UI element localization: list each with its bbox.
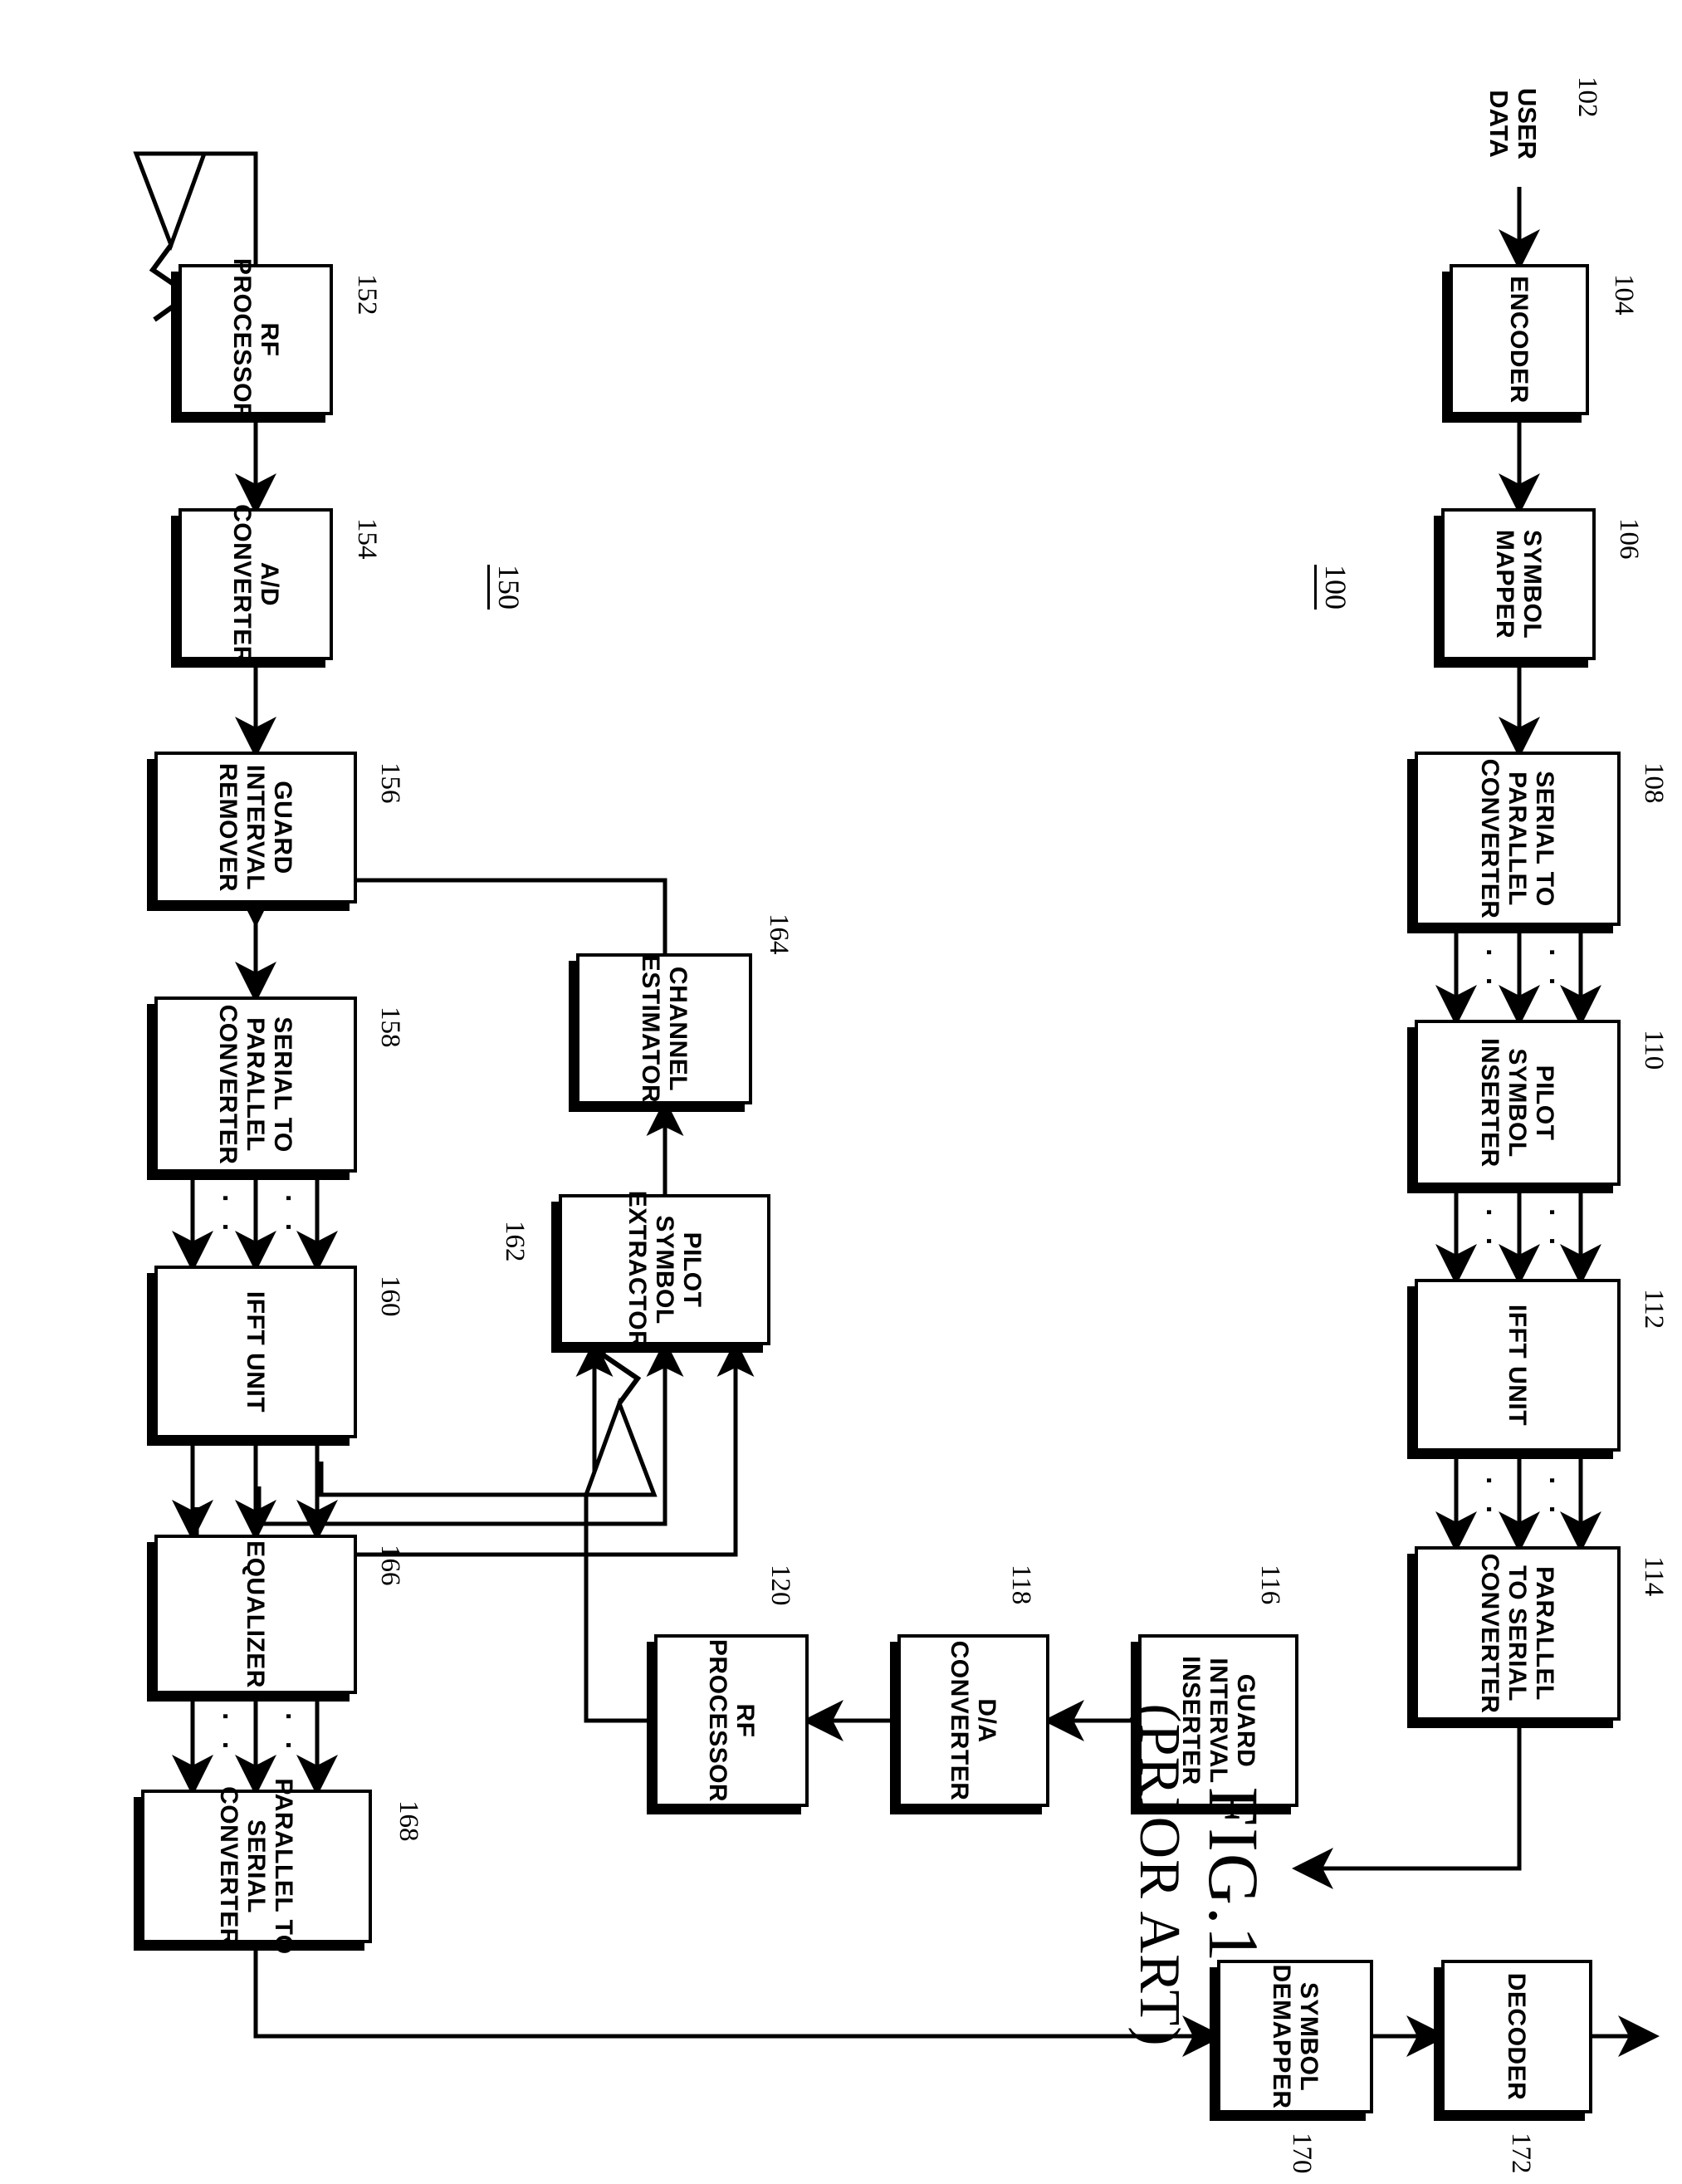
block-label: PARALLEL [1531, 1566, 1559, 1701]
block-label: PARALLEL [242, 1017, 270, 1152]
block-rf-processor-rx[interactable]: RF PROCESSOR [178, 258, 333, 421]
ref-number-114: 114 [1639, 1556, 1669, 1597]
ref-number-102: 102 [1572, 76, 1602, 118]
block-label: PROCESSOR [704, 1638, 731, 1803]
ref-number-164: 164 [764, 913, 794, 955]
ref-number-110: 110 [1639, 1030, 1669, 1070]
block-label: CONVERTER [1476, 1553, 1504, 1714]
block-parallel-to-serial-converter-tx[interactable]: PARALLEL TO SERIAL CONVERTER [1415, 1546, 1621, 1721]
block-label: SYMBOL [1504, 1048, 1532, 1158]
block-label: CONVERTER [946, 1640, 974, 1801]
ref-number-160: 160 [375, 1276, 405, 1317]
bus-dots: · · [1473, 1208, 1504, 1253]
block-guard-interval-remover[interactable]: GUARD INTERVAL REMOVER [154, 752, 357, 903]
block-rf-processor-tx[interactable]: RF PROCESSOR [654, 1634, 809, 1807]
block-pilot-symbol-inserter[interactable]: PILOT SYMBOL INSERTER [1415, 1020, 1621, 1186]
block-equalizer[interactable]: EQUALIZER [154, 1535, 357, 1694]
figure-caption-line1: FIG.1 [1194, 1786, 1274, 1964]
ref-number-152: 152 [352, 274, 382, 316]
bus-dots: · · [272, 1712, 304, 1757]
block-label: SYMBOL [651, 1215, 678, 1325]
block-ifft-unit-tx[interactable]: IFFT UNIT [1415, 1279, 1621, 1452]
block-label: D/A [973, 1698, 1001, 1743]
block-da-converter[interactable]: D/A CONVERTER [897, 1634, 1049, 1807]
block-label: IFFT UNIT [1504, 1304, 1532, 1427]
block-decoder[interactable]: DECODER [1441, 1960, 1592, 2113]
block-label: REMOVER [214, 762, 242, 893]
bus-dots: · · [272, 1194, 304, 1239]
bus-dots: · · [1536, 1476, 1567, 1521]
ref-number-116: 116 [1255, 1565, 1285, 1605]
block-label: ENCODER [1505, 276, 1533, 404]
bus-dots: · · [1536, 948, 1567, 993]
block-label: TO SERIAL [1504, 1565, 1532, 1702]
group-label-transmitter: 100 [1314, 565, 1353, 610]
block-parallel-to-serial-converter-rx[interactable]: PARALLEL TO SERIAL CONVERTER [141, 1778, 372, 1955]
block-label: SERIAL TO [269, 1016, 297, 1153]
block-label: MAPPER [1491, 529, 1518, 639]
block-label: CONVERTER [215, 1786, 243, 1947]
bus-dots: · · [1536, 1208, 1567, 1253]
block-label: PARALLEL [1504, 771, 1532, 906]
tx-antenna-icon [583, 1326, 658, 1497]
group-label-receiver: 150 [487, 565, 526, 610]
block-serial-to-parallel-converter-rx[interactable]: SERIAL TO PARALLEL CONVERTER [154, 997, 357, 1173]
bus-dots: · · [209, 1194, 241, 1239]
block-serial-to-parallel-converter-tx[interactable]: SERIAL TO PARALLEL CONVERTER [1415, 752, 1621, 926]
block-label: A/D [256, 561, 283, 607]
block-label: PROCESSOR [228, 257, 256, 422]
block-label: SYMBOL [1518, 529, 1546, 639]
ref-number-112: 112 [1639, 1289, 1669, 1329]
block-label: PILOT [678, 1232, 706, 1308]
block-label: SERIAL [242, 1819, 271, 1913]
ref-number-154: 154 [352, 518, 382, 560]
bus-dots: · · [1473, 1476, 1504, 1521]
block-label: EXTRACTOR [623, 1190, 651, 1349]
ref-number-166: 166 [375, 1545, 405, 1586]
block-label: PARALLEL TO [270, 1778, 298, 1955]
user-data-label: USER DATA [1484, 87, 1542, 160]
block-label: SERIAL TO [1531, 771, 1559, 907]
block-label: GUARD [269, 781, 297, 874]
ref-number-172: 172 [1506, 2133, 1536, 2174]
block-label: PILOT [1531, 1065, 1559, 1141]
block-label: CONVERTER [1476, 758, 1504, 919]
diagram-stage: ENCODER 104 SYMBOL MAPPER 106 SERIAL TO … [0, 0, 1682, 2184]
ref-number-168: 168 [394, 1800, 423, 1842]
ref-number-108: 108 [1639, 762, 1669, 804]
ref-number-106: 106 [1614, 518, 1644, 560]
figure-caption: FIG.1 (PRIOR ART) [1126, 1618, 1275, 2133]
block-pilot-symbol-extractor[interactable]: PILOT SYMBOL EXTRACTOR [559, 1191, 770, 1349]
block-channel-estimator[interactable]: CHANNEL ESTIMATOR [576, 953, 752, 1104]
ref-number-170: 170 [1287, 2133, 1317, 2174]
block-label: ESTIMATOR [637, 954, 664, 1104]
block-label: SYMBOL [1295, 1981, 1323, 2092]
bus-dots: · · [209, 1712, 241, 1757]
block-label: IFFT UNIT [242, 1290, 270, 1413]
block-label: RF [731, 1703, 759, 1738]
block-ifft-unit-rx[interactable]: IFFT UNIT [154, 1266, 357, 1438]
block-label: CHANNEL [664, 966, 692, 1092]
block-label: DECODER [1503, 1972, 1531, 2101]
ref-number-158: 158 [375, 1006, 405, 1048]
block-label: EQUALIZER [242, 1540, 270, 1688]
block-label: CONVERTER [214, 1004, 242, 1165]
block-label: RF [256, 322, 283, 357]
block-label: INSERTER [1476, 1038, 1504, 1168]
block-label: INTERVAL [242, 764, 270, 891]
block-encoder[interactable]: ENCODER [1450, 264, 1589, 415]
ref-number-120: 120 [765, 1565, 795, 1606]
block-label: CONVERTER [228, 504, 256, 664]
figure-caption-line2: (PRIOR ART) [1127, 1703, 1191, 2047]
block-ad-converter[interactable]: A/D CONVERTER [178, 504, 333, 664]
patent-figure-canvas: ENCODER 104 SYMBOL MAPPER 106 SERIAL TO … [0, 0, 1682, 2184]
bus-dots: · · [1473, 948, 1504, 993]
block-symbol-mapper[interactable]: SYMBOL MAPPER [1441, 508, 1596, 660]
ref-number-118: 118 [1006, 1565, 1036, 1605]
ref-number-162: 162 [500, 1221, 530, 1262]
ref-number-156: 156 [375, 762, 405, 804]
ref-number-104: 104 [1609, 274, 1639, 316]
